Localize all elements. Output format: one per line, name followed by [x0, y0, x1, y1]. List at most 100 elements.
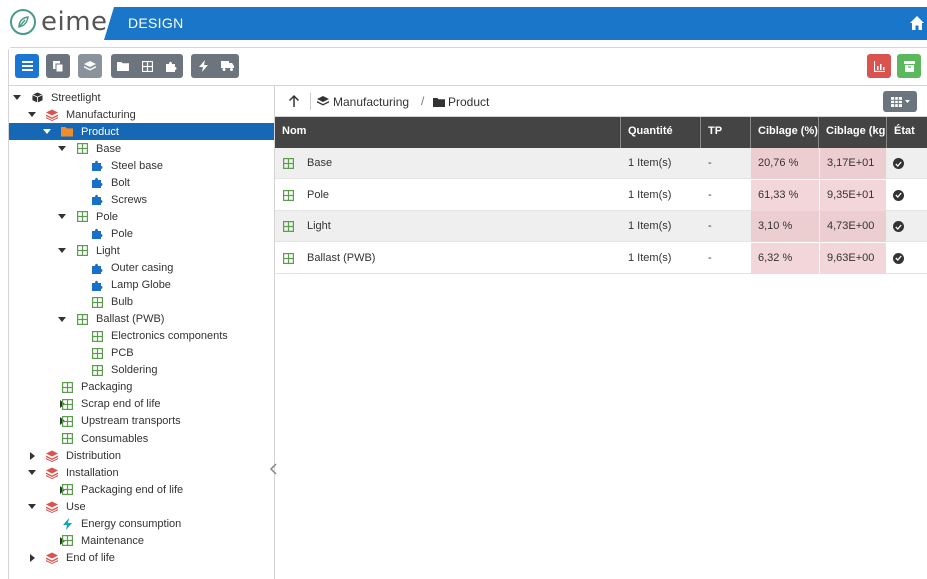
tree-item[interactable]: Distribution [9, 447, 274, 464]
tree-item[interactable]: Base [9, 140, 274, 157]
tree-item-label: PCB [111, 347, 134, 360]
puzzle-icon [91, 228, 103, 240]
table-icon [890, 96, 902, 107]
layers-icon [46, 109, 58, 121]
tree-item[interactable]: Pole [9, 208, 274, 225]
tree-item-label: Pole [96, 210, 119, 223]
puzzle-icon [91, 194, 103, 206]
caret-down-icon[interactable] [28, 111, 36, 119]
caret-down-icon[interactable] [28, 503, 36, 511]
up-arrow-icon[interactable] [287, 94, 301, 108]
cell-tp: - [708, 251, 712, 264]
table-row[interactable]: Base 1 Item(s) - 20,76 % 3,17E+01 [275, 148, 927, 179]
tree-item[interactable]: Energy consumption [9, 515, 274, 532]
tree-item-label: Light [96, 244, 120, 257]
layers-icon [46, 552, 58, 564]
tree-item-label: Distribution [66, 449, 122, 462]
column-header-tp[interactable]: TP [701, 117, 751, 148]
caret-down-icon[interactable] [43, 128, 51, 136]
caret-right-icon[interactable] [28, 553, 36, 562]
tree-item[interactable]: Consumables [9, 430, 274, 447]
puzzle-icon [91, 279, 103, 291]
tree-item[interactable]: Steel base [9, 157, 274, 174]
caret-down-icon [904, 100, 910, 103]
component-icon [91, 330, 103, 342]
tree-item[interactable]: Use [9, 498, 274, 515]
component-icon [76, 211, 88, 223]
tree-item[interactable]: Outer casing [9, 260, 274, 277]
table-header: Nom Quantité TP Ciblage (%) Ciblage (kg … [275, 117, 927, 148]
tree-item[interactable]: Bolt [9, 174, 274, 191]
tree-item[interactable]: Packaging end of life [9, 481, 274, 498]
logo[interactable]: eime [0, 0, 112, 44]
main-panel: Streetlight Manufacturing Product Base Steel… [8, 47, 927, 579]
tree-item[interactable]: Pole [9, 225, 274, 242]
tree-item[interactable]: Product [9, 123, 274, 141]
tree-item-label: Base [96, 142, 122, 155]
breadcrumb-item-product[interactable]: Product [433, 94, 489, 109]
archive-button[interactable] [897, 54, 921, 78]
component-icon [61, 433, 73, 445]
column-header-quantite[interactable]: Quantité [621, 117, 701, 148]
part-button[interactable] [159, 54, 183, 78]
tree-item[interactable]: PCB [9, 345, 274, 362]
column-header-ciblage-pct[interactable]: Ciblage (%) [751, 117, 819, 148]
cell-nom: Pole [307, 188, 330, 201]
tree-item[interactable]: Packaging [9, 379, 274, 396]
component-icon [283, 221, 295, 233]
caret-down-icon[interactable] [58, 213, 66, 221]
list-icon [15, 54, 39, 78]
table-row[interactable]: Ballast (PWB) 1 Item(s) - 6,32 % 9,63E+00 [275, 242, 927, 274]
transport-button[interactable] [215, 54, 239, 78]
tree-item[interactable]: Ballast (PWB) [9, 311, 274, 328]
tree-item[interactable]: Maintenance [9, 532, 274, 549]
chart-button[interactable] [867, 54, 891, 78]
tree-item-label: Consumables [81, 432, 149, 445]
copy-button[interactable] [46, 54, 70, 78]
project-tree: Streetlight Manufacturing Product Base Steel… [9, 86, 275, 579]
caret-down-icon[interactable] [58, 145, 66, 153]
tree-item[interactable]: Screws [9, 191, 274, 208]
caret-down-icon[interactable] [58, 315, 66, 323]
component-button[interactable] [135, 54, 159, 78]
tree-item[interactable]: Scrap end of life [9, 396, 274, 413]
header-bar [104, 7, 927, 40]
tree-item[interactable]: Soldering [9, 362, 274, 379]
view-options-button[interactable] [883, 91, 917, 112]
caret-down-icon[interactable] [13, 94, 21, 102]
cell-nom: Ballast (PWB) [307, 251, 376, 264]
tree-item[interactable]: Lamp Globe [9, 277, 274, 294]
component-icon [61, 535, 73, 547]
folder-button[interactable] [111, 54, 135, 78]
table-row[interactable]: Pole 1 Item(s) - 61,33 % 9,35E+01 [275, 179, 927, 211]
tree-item[interactable]: Installation [9, 464, 274, 481]
table-row[interactable]: Light 1 Item(s) - 3,10 % 4,73E+00 [275, 211, 927, 242]
home-icon[interactable] [909, 15, 925, 31]
column-header-etat[interactable]: État [887, 117, 927, 148]
tree-item[interactable]: Bulb [9, 294, 274, 311]
column-header-nom[interactable]: Nom [275, 117, 621, 148]
layers-button[interactable] [78, 54, 102, 78]
tree-item[interactable]: Light [9, 242, 274, 259]
tree-item-root[interactable]: Streetlight [9, 89, 274, 106]
breadcrumb-label: Manufacturing [333, 94, 410, 109]
folder-icon [117, 62, 129, 71]
component-icon [61, 415, 73, 427]
component-icon [283, 189, 295, 201]
caret-right-icon[interactable] [28, 451, 36, 460]
breadcrumb-item-manufacturing[interactable]: Manufacturing [317, 94, 409, 109]
tree-view-button[interactable] [15, 54, 39, 78]
energy-button[interactable] [191, 54, 215, 78]
tree-item[interactable]: End of life [9, 549, 274, 566]
tree-item[interactable]: Manufacturing [9, 106, 274, 123]
tree-item[interactable]: Upstream transports [9, 413, 274, 430]
tree-item-label: Ballast (PWB) [96, 313, 165, 326]
tree-item[interactable]: Electronics components [9, 328, 274, 345]
cell-nom: Light [307, 220, 331, 232]
folder-icon [433, 97, 445, 107]
caret-down-icon[interactable] [28, 469, 36, 477]
check-circle-icon [893, 158, 904, 169]
cell-ciblage-pct: 3,10 % [751, 211, 819, 242]
column-header-ciblage-kg[interactable]: Ciblage (kg [819, 117, 887, 148]
caret-down-icon[interactable] [58, 247, 66, 255]
